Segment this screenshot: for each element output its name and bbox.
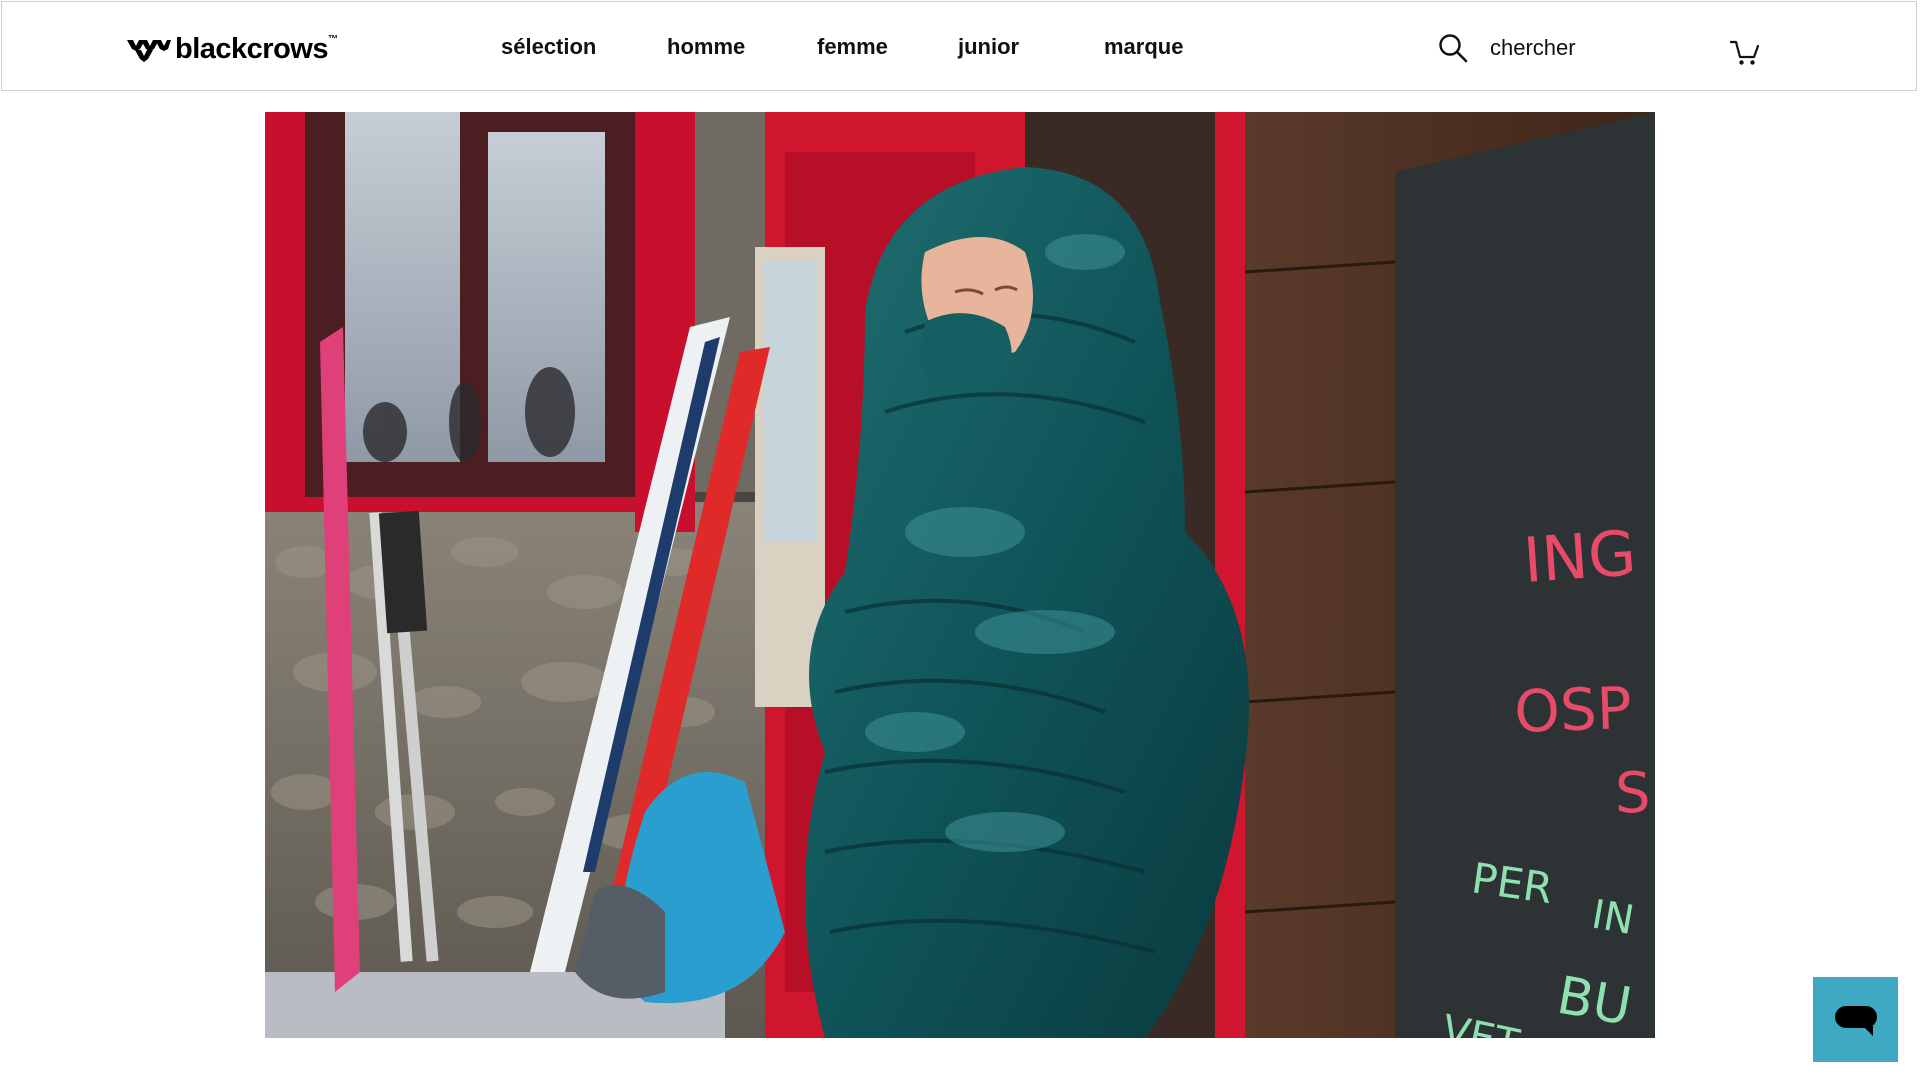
chat-bubble-icon bbox=[1834, 1005, 1877, 1036]
chalkboard-text-6: BU bbox=[1553, 966, 1636, 1038]
hero-photo-illustration: ING OSP S PER IN BU VET bbox=[265, 112, 1655, 1038]
chalkboard-text-2: OSP bbox=[1513, 674, 1633, 746]
search-bar bbox=[1438, 32, 1650, 64]
chalkboard-text-3: S bbox=[1615, 761, 1651, 826]
nav-item-homme[interactable]: homme bbox=[667, 34, 745, 60]
brand-logo[interactable]: blackcrows ™ bbox=[127, 32, 338, 66]
nav-item-femme[interactable]: femme bbox=[817, 34, 888, 60]
site-header: blackcrows ™ sélection homme femme junio… bbox=[1, 1, 1917, 91]
nav-item-selection[interactable]: sélection bbox=[501, 34, 596, 60]
chat-button[interactable] bbox=[1813, 977, 1898, 1062]
page: blackcrows ™ sélection homme femme junio… bbox=[0, 0, 1920, 1084]
chalkboard-text-5: IN bbox=[1588, 892, 1637, 945]
search-icon[interactable] bbox=[1438, 33, 1468, 63]
search-input[interactable] bbox=[1490, 35, 1650, 61]
crows-logo-icon bbox=[127, 40, 171, 62]
logo-wordmark: blackcrows bbox=[175, 32, 328, 65]
nav-item-marque[interactable]: marque bbox=[1104, 34, 1183, 60]
chalkboard-text-1: ING bbox=[1521, 516, 1639, 597]
cart-icon[interactable] bbox=[1730, 38, 1760, 66]
hero-image: ING OSP S PER IN BU VET bbox=[265, 112, 1655, 1038]
logo-trademark: ™ bbox=[327, 34, 338, 45]
nav-item-junior[interactable]: junior bbox=[958, 34, 1019, 60]
